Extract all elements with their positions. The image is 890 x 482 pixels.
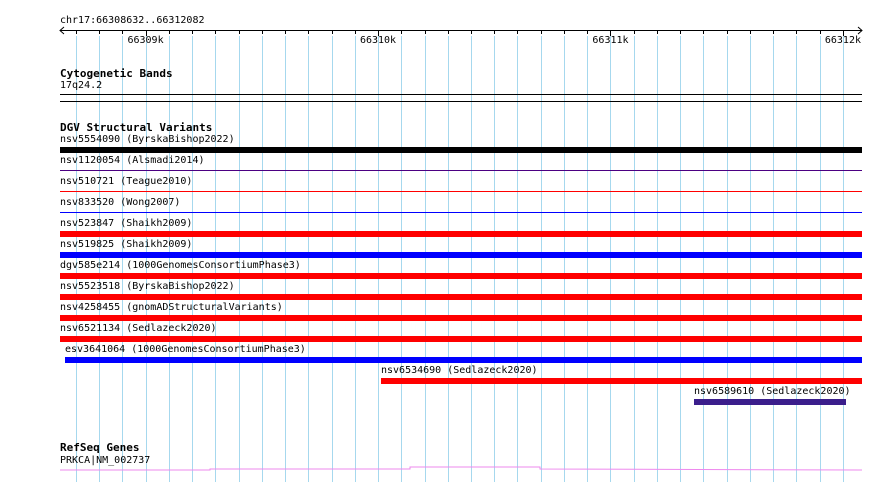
sv-feature-bar[interactable] xyxy=(694,399,846,405)
sv-feature-bar[interactable] xyxy=(65,357,862,363)
sv-feature-label[interactable]: nsv523847 (Shaikh2009) xyxy=(60,218,192,230)
sv-feature-bar[interactable] xyxy=(60,191,862,192)
sv-feature-bar[interactable] xyxy=(60,294,862,300)
ruler-tick-label: 66310k xyxy=(359,35,397,46)
sv-feature-bar[interactable] xyxy=(60,147,862,153)
sv-feature-label[interactable]: nsv5523518 (ByrskaBishop2022) xyxy=(60,281,235,293)
sv-feature-bar[interactable] xyxy=(60,252,862,258)
sv-feature-label[interactable]: nsv4258455 (gnomADStructuralVariants) xyxy=(60,302,283,314)
sv-feature-bar[interactable] xyxy=(60,170,862,171)
sv-feature-label[interactable]: nsv6534690 (Sedlazeck2020) xyxy=(381,365,538,377)
gene-model[interactable] xyxy=(0,460,890,480)
sv-feature-label[interactable]: nsv6589610 (Sedlazeck2020) xyxy=(694,386,851,398)
ruler-tick-label: 66309k xyxy=(127,35,164,46)
sv-feature-bar[interactable] xyxy=(60,315,862,321)
sv-feature-label[interactable]: nsv519825 (Shaikh2009) xyxy=(60,239,192,251)
sv-feature-label[interactable]: nsv6521134 (Sedlazeck2020) xyxy=(60,323,217,335)
sv-feature-label[interactable]: esv3641064 (1000GenomesConsortiumPhase3) xyxy=(65,344,306,356)
sv-feature-label[interactable]: dgv585e214 (1000GenomesConsortiumPhase3) xyxy=(60,260,301,272)
sv-feature-bar[interactable] xyxy=(60,231,862,237)
ruler-tick-label: 66312k xyxy=(824,35,861,46)
cyto-band-label[interactable]: 17q24.2 xyxy=(60,80,102,92)
sv-feature-label[interactable]: nsv833520 (Wong2007) xyxy=(60,197,180,209)
sv-feature-bar[interactable] xyxy=(381,378,862,384)
sv-feature-label[interactable]: nsv1120054 (Alsmadi2014) xyxy=(60,155,205,167)
cyto-band-line-top xyxy=(60,94,862,95)
cyto-band-line-bottom xyxy=(60,101,862,102)
sv-feature-label[interactable]: nsv5554090 (ByrskaBishop2022) xyxy=(60,134,235,146)
sv-feature-bar[interactable] xyxy=(60,273,862,279)
sv-feature-label[interactable]: nsv510721 (Teague2010) xyxy=(60,176,192,188)
sv-feature-bar[interactable] xyxy=(60,336,862,342)
ruler-tick-label: 66311k xyxy=(592,35,629,46)
dgv-track-title: DGV Structural Variants xyxy=(60,121,213,134)
refseq-track-title: RefSeq Genes xyxy=(60,441,140,454)
cyto-track-title: Cytogenetic Bands xyxy=(60,67,173,80)
sv-feature-bar[interactable] xyxy=(60,212,862,213)
gene-intron-line xyxy=(60,466,863,471)
